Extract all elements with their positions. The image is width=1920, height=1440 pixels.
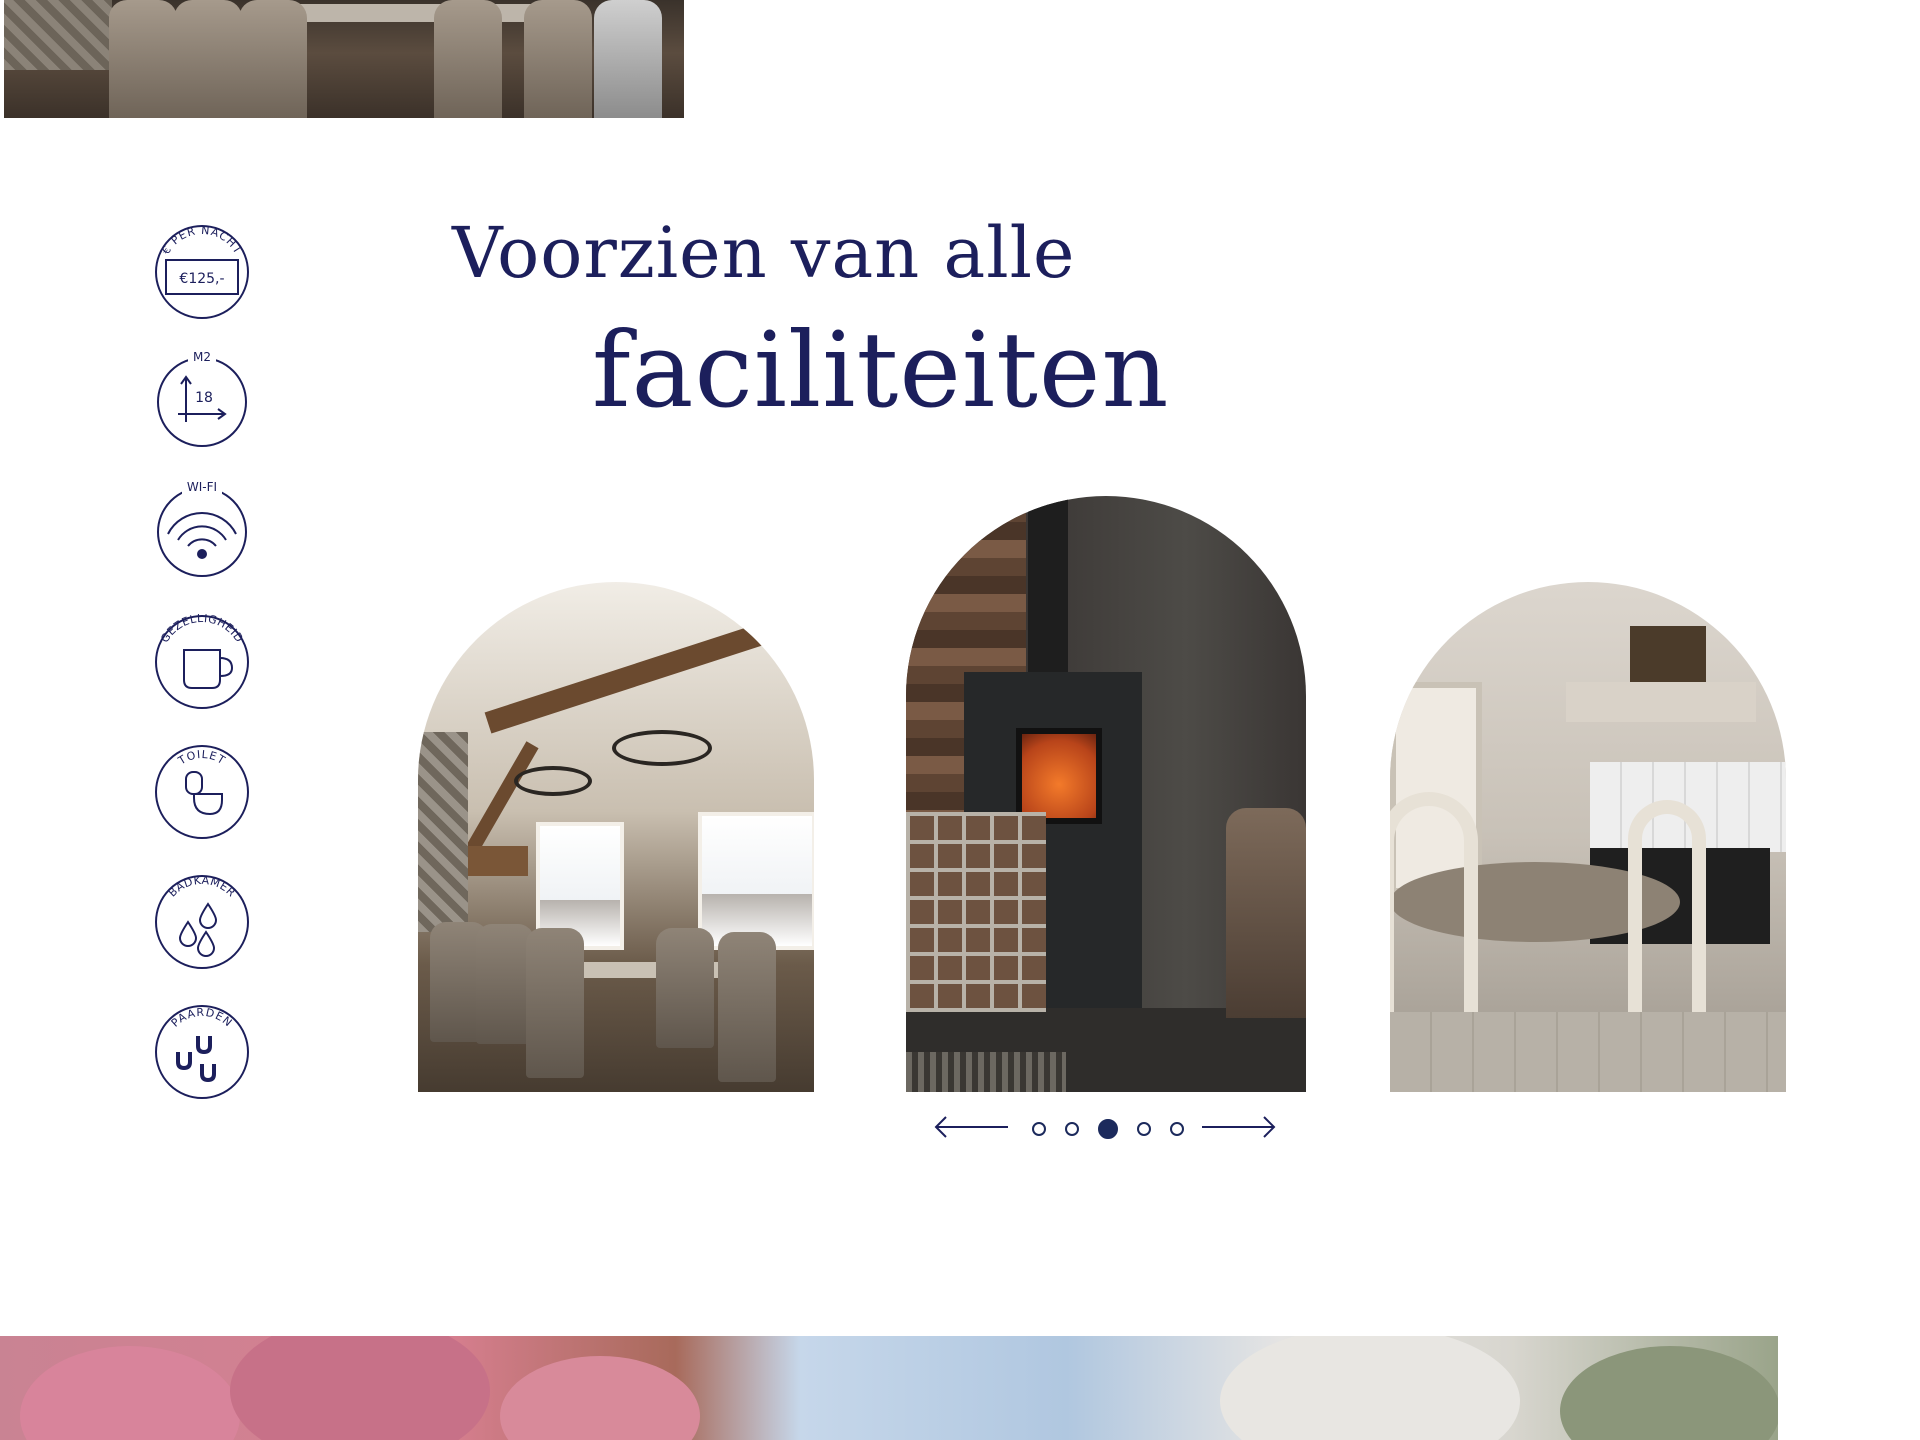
arrow-right-icon (1202, 1116, 1276, 1138)
amenities-list: € PER NACHT €125,- M2 18 WI-FI GEZELLIGH… (150, 220, 254, 1130)
amenity-horses: PAARDEN (150, 1000, 254, 1104)
painting (1630, 626, 1706, 682)
amenity-toilet: TOILET (150, 740, 254, 844)
chair (109, 0, 177, 118)
pink-blossom (230, 1336, 490, 1440)
amenity-label: € PER NACHT (159, 224, 244, 257)
chair (656, 928, 714, 1048)
chair (524, 0, 592, 118)
svg-text:€ PER NACHT: € PER NACHT (159, 224, 245, 257)
chandelier (514, 766, 592, 796)
section-heading-line2: faciliteiten (592, 309, 1170, 431)
amenity-wifi: WI-FI (150, 480, 254, 584)
next-slide-button[interactable] (1200, 1112, 1280, 1142)
amenity-value: €125,- (179, 271, 224, 287)
gallery-slider-controls (930, 1112, 1290, 1142)
chandelier (612, 730, 712, 766)
chair (526, 928, 584, 1078)
rug (906, 1052, 1066, 1092)
svg-text:PAARDEN: PAARDEN (169, 1006, 236, 1030)
chair (174, 0, 242, 118)
roof-beam (484, 613, 796, 734)
white-blossom (1220, 1336, 1520, 1440)
stone-chimney (418, 732, 468, 932)
previous-slide-button[interactable] (930, 1112, 1010, 1142)
gallery-slide-wood-stove[interactable] (906, 496, 1306, 1092)
chair (718, 932, 776, 1082)
range-hood (1566, 682, 1756, 722)
slide-dot[interactable] (1032, 1121, 1046, 1136)
slide-dot[interactable] (1170, 1121, 1185, 1136)
section-heading-line1: Voorzien van alle (452, 212, 1076, 294)
svg-text:GEZELLIGHEID: GEZELLIGHEID (158, 612, 246, 645)
amenity-label: WI-FI (187, 480, 217, 494)
amenity-label: GEZELLIGHEID (158, 612, 245, 645)
green-foliage (1560, 1346, 1778, 1440)
tile-floor (1390, 1012, 1786, 1092)
stove-pipe (1028, 496, 1068, 672)
slide-dot[interactable] (1137, 1121, 1152, 1136)
amenity-coziness: GEZELLIGHEID (150, 610, 254, 714)
mug-icon: GEZELLIGHEID (155, 612, 249, 709)
pink-blossom (20, 1346, 240, 1440)
wifi-icon: WI-FI (157, 480, 247, 577)
amenity-value: 18 (195, 390, 213, 406)
slide-dot-active[interactable] (1098, 1118, 1119, 1139)
amenity-area: M2 18 (150, 350, 254, 454)
water-drops-icon: BADKAMER (155, 874, 249, 969)
arrow-left-icon (934, 1116, 1008, 1138)
slide-indicator-dots (1032, 1118, 1198, 1139)
gallery-slide-kitchen[interactable] (1390, 582, 1786, 1092)
armchair (1226, 808, 1306, 1018)
firewood-basket (906, 812, 1046, 1012)
amenity-bathroom: BADKAMER (150, 870, 254, 974)
pink-blossom (500, 1356, 700, 1440)
bottom-blossom-photo (0, 1336, 1778, 1440)
horseshoe-icon: PAARDEN (155, 1005, 249, 1099)
gallery-slide-dining-room[interactable] (418, 582, 814, 1092)
chair (239, 0, 307, 118)
stone-wall (4, 0, 112, 70)
table-top (294, 4, 554, 22)
amenity-price: € PER NACHT €125,- (150, 220, 254, 324)
toilet-icon: TOILET (155, 745, 249, 839)
slide-dot[interactable] (1065, 1121, 1080, 1136)
top-dining-photo (4, 0, 684, 118)
price-tag-icon: € PER NACHT €125,- (155, 224, 249, 319)
amenity-label: M2 (193, 350, 211, 364)
area-axes-icon: M2 18 (157, 350, 247, 447)
amenity-label: BADKAMER (166, 874, 238, 900)
chair (434, 0, 502, 118)
amenity-label: PAARDEN (169, 1006, 235, 1030)
chair (594, 0, 662, 118)
stove-fire (1016, 728, 1102, 824)
svg-text:BADKAMER: BADKAMER (166, 874, 238, 900)
